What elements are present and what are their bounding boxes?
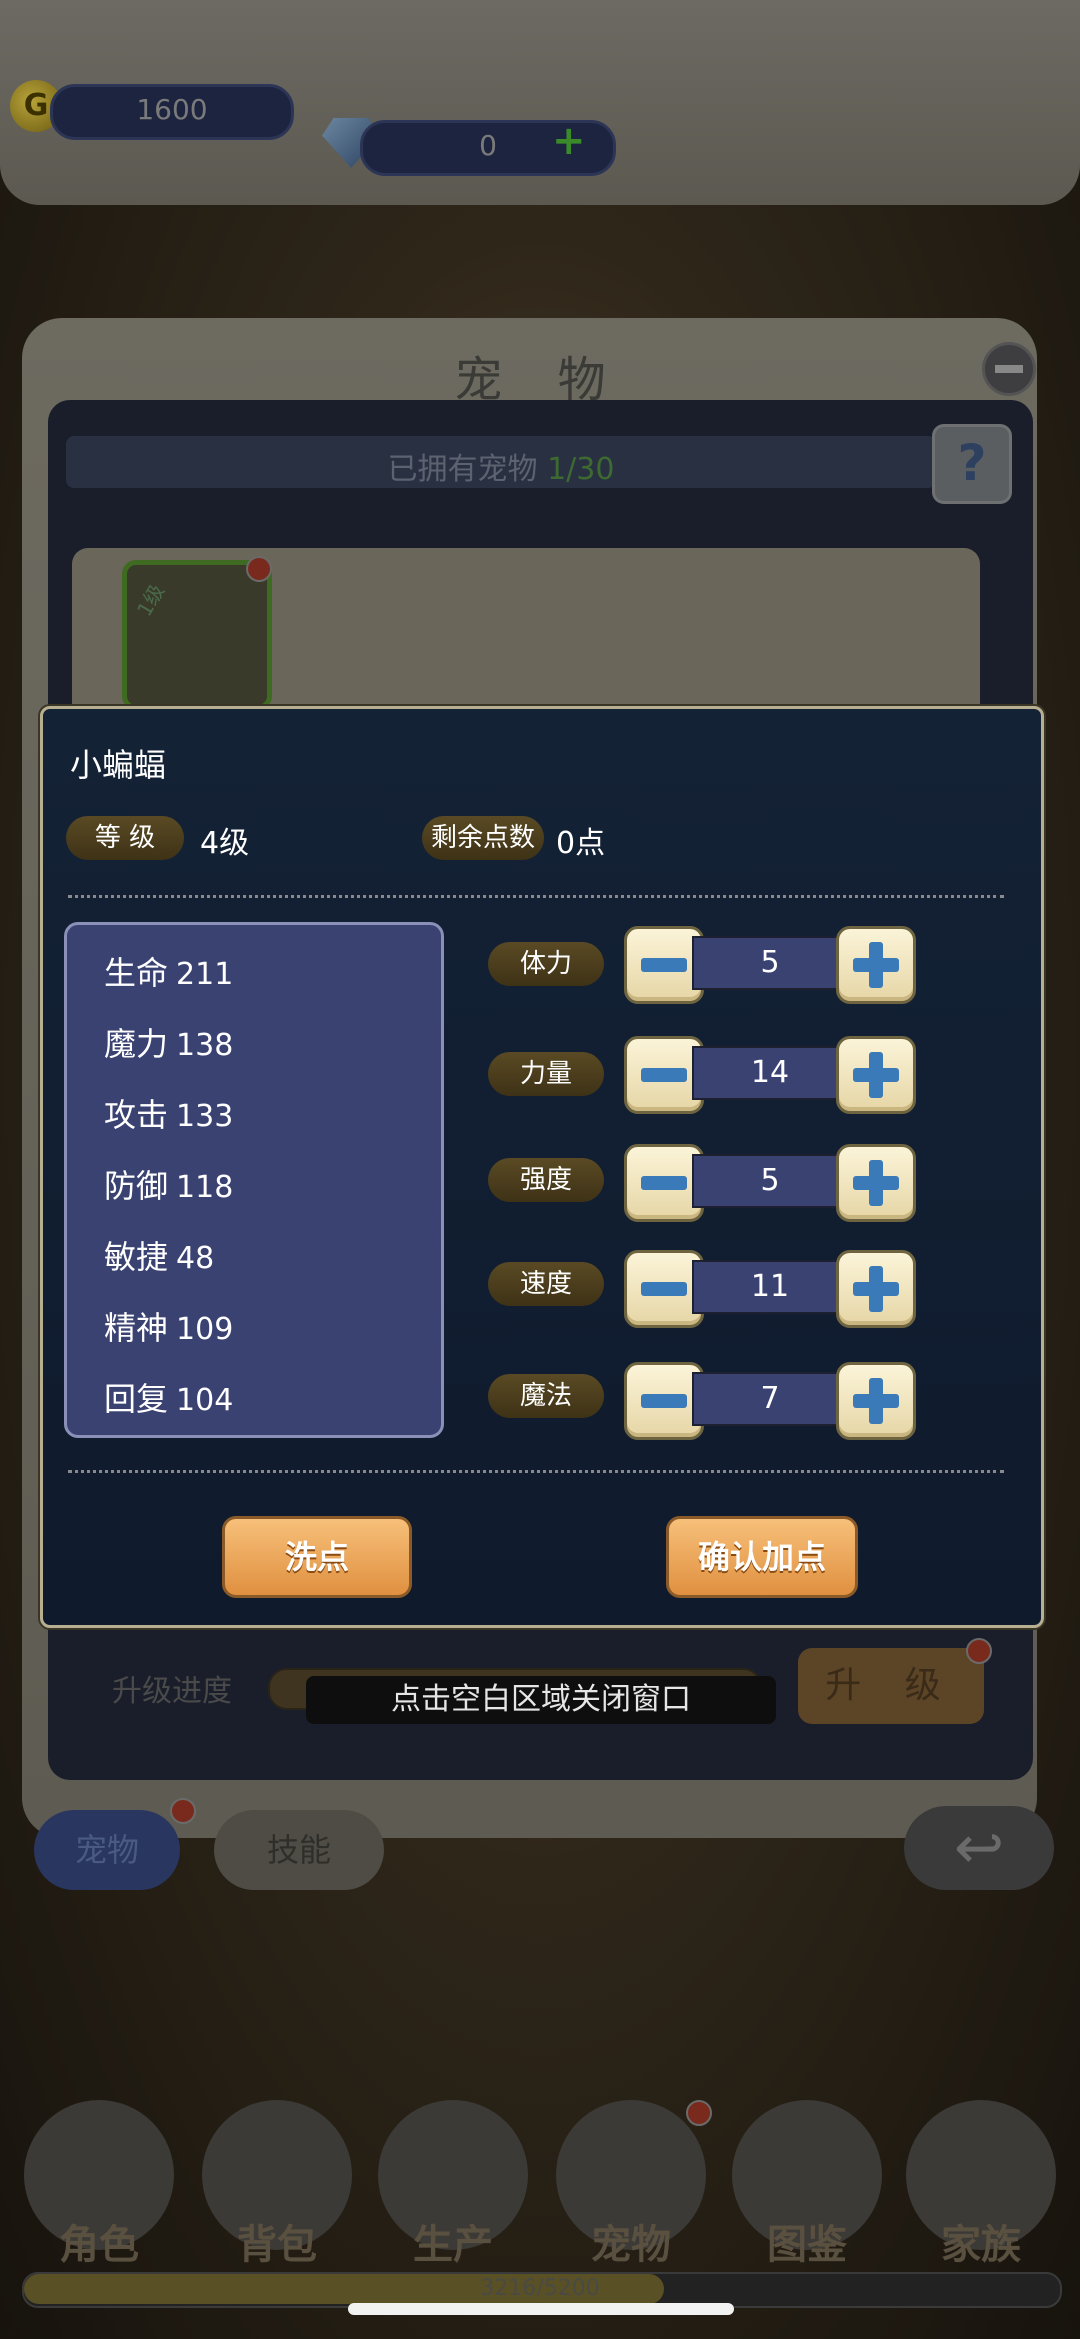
nav-encyclopedia-label: 图鉴 <box>767 2222 847 2268</box>
nav-pet-label: 宠物 <box>591 2222 671 2268</box>
remaining-points-label: 剩余点数 <box>422 816 544 860</box>
stat-row: 精神 109 <box>104 1309 234 1347</box>
speed-value: 11 <box>692 1260 848 1314</box>
minus-icon <box>641 1176 687 1190</box>
increase-strength-button[interactable] <box>836 1036 916 1114</box>
minus-icon <box>641 1394 687 1408</box>
owned-pets-text: 已拥有宠物 1/30 <box>387 452 615 487</box>
attr-label-stamina: 体力 <box>488 942 604 986</box>
attr-label-magic: 魔法 <box>488 1374 604 1418</box>
nav-character-label: 角色 <box>59 2222 139 2268</box>
stat-row: 生命 211 <box>104 954 234 992</box>
increase-speed-button[interactable] <box>836 1250 916 1328</box>
tab-pet[interactable]: 宠物 <box>34 1810 180 1890</box>
minus-icon <box>641 958 687 972</box>
magic-value: 7 <box>692 1372 848 1426</box>
pet-slot-bat[interactable]: 1级 <box>122 560 272 710</box>
nav-encyclopedia[interactable]: 图鉴 <box>732 2100 882 2268</box>
owned-pets-bar: 已拥有宠物 1/30 <box>66 436 936 488</box>
reset-points-button[interactable]: 洗点 <box>222 1516 412 1598</box>
stat-row: 防御 118 <box>104 1167 234 1205</box>
increase-stamina-button[interactable] <box>836 926 916 1004</box>
attr-label-strength: 力量 <box>488 1052 604 1096</box>
nav-production-label: 生产 <box>413 2222 493 2268</box>
divider <box>68 1470 1004 1473</box>
nav-production[interactable]: 生产 <box>378 2100 528 2268</box>
stat-row: 敏捷 48 <box>104 1238 215 1276</box>
nav-backpack[interactable]: 背包 <box>202 2100 352 2268</box>
notification-dot <box>246 556 272 582</box>
stat-row: 回复 104 <box>104 1380 234 1418</box>
toughness-value: 5 <box>692 1154 848 1208</box>
notification-dot <box>170 1798 196 1824</box>
increase-toughness-button[interactable] <box>836 1144 916 1222</box>
attr-label-speed: 速度 <box>488 1262 604 1306</box>
divider <box>68 895 1004 898</box>
stat-row: 攻击 133 <box>104 1096 234 1134</box>
minus-icon <box>641 1282 687 1296</box>
upgrade-progress-label: 升级进度 <box>112 1674 232 1709</box>
stamina-value: 5 <box>692 936 848 990</box>
tab-skill[interactable]: 技能 <box>214 1810 384 1890</box>
close-hint-toast: 点击空白区域关闭窗口 <box>306 1676 776 1724</box>
collapse-button[interactable] <box>982 342 1036 396</box>
nav-pet[interactable]: 宠物 <box>556 2100 706 2268</box>
notification-dot <box>686 2100 712 2126</box>
gold-counter: 1600 <box>50 84 294 140</box>
attr-label-toughness: 强度 <box>488 1158 604 1202</box>
stat-row: 魔力 138 <box>104 1025 234 1063</box>
help-button[interactable]: ? <box>932 424 1012 504</box>
remaining-points-value: 0点 <box>556 826 606 861</box>
level-label: 等 级 <box>66 816 184 860</box>
nav-family-label: 家族 <box>941 2222 1021 2268</box>
minus-icon <box>641 1068 687 1082</box>
add-gems-button[interactable]: + <box>552 118 586 164</box>
confirm-points-button[interactable]: 确认加点 <box>666 1516 858 1598</box>
strength-value: 14 <box>692 1046 848 1100</box>
gold-amount: 1600 <box>136 93 208 126</box>
exp-text: 3216/5200 <box>480 2276 600 2301</box>
nav-family[interactable]: 家族 <box>906 2100 1056 2268</box>
nav-character[interactable]: 角色 <box>24 2100 174 2268</box>
back-button[interactable]: ↩ <box>904 1806 1054 1890</box>
pet-name: 小蝙蝠 <box>70 746 167 784</box>
home-indicator[interactable] <box>348 2303 734 2315</box>
upgrade-button[interactable]: 升 级 <box>798 1648 984 1724</box>
increase-magic-button[interactable] <box>836 1362 916 1440</box>
level-value: 4级 <box>200 826 250 861</box>
notification-dot <box>966 1638 992 1664</box>
nav-backpack-label: 背包 <box>237 2222 317 2268</box>
top-resource-bar: G 1600 0 + <box>0 0 1080 205</box>
pet-level-badge: 1级 <box>132 580 170 621</box>
